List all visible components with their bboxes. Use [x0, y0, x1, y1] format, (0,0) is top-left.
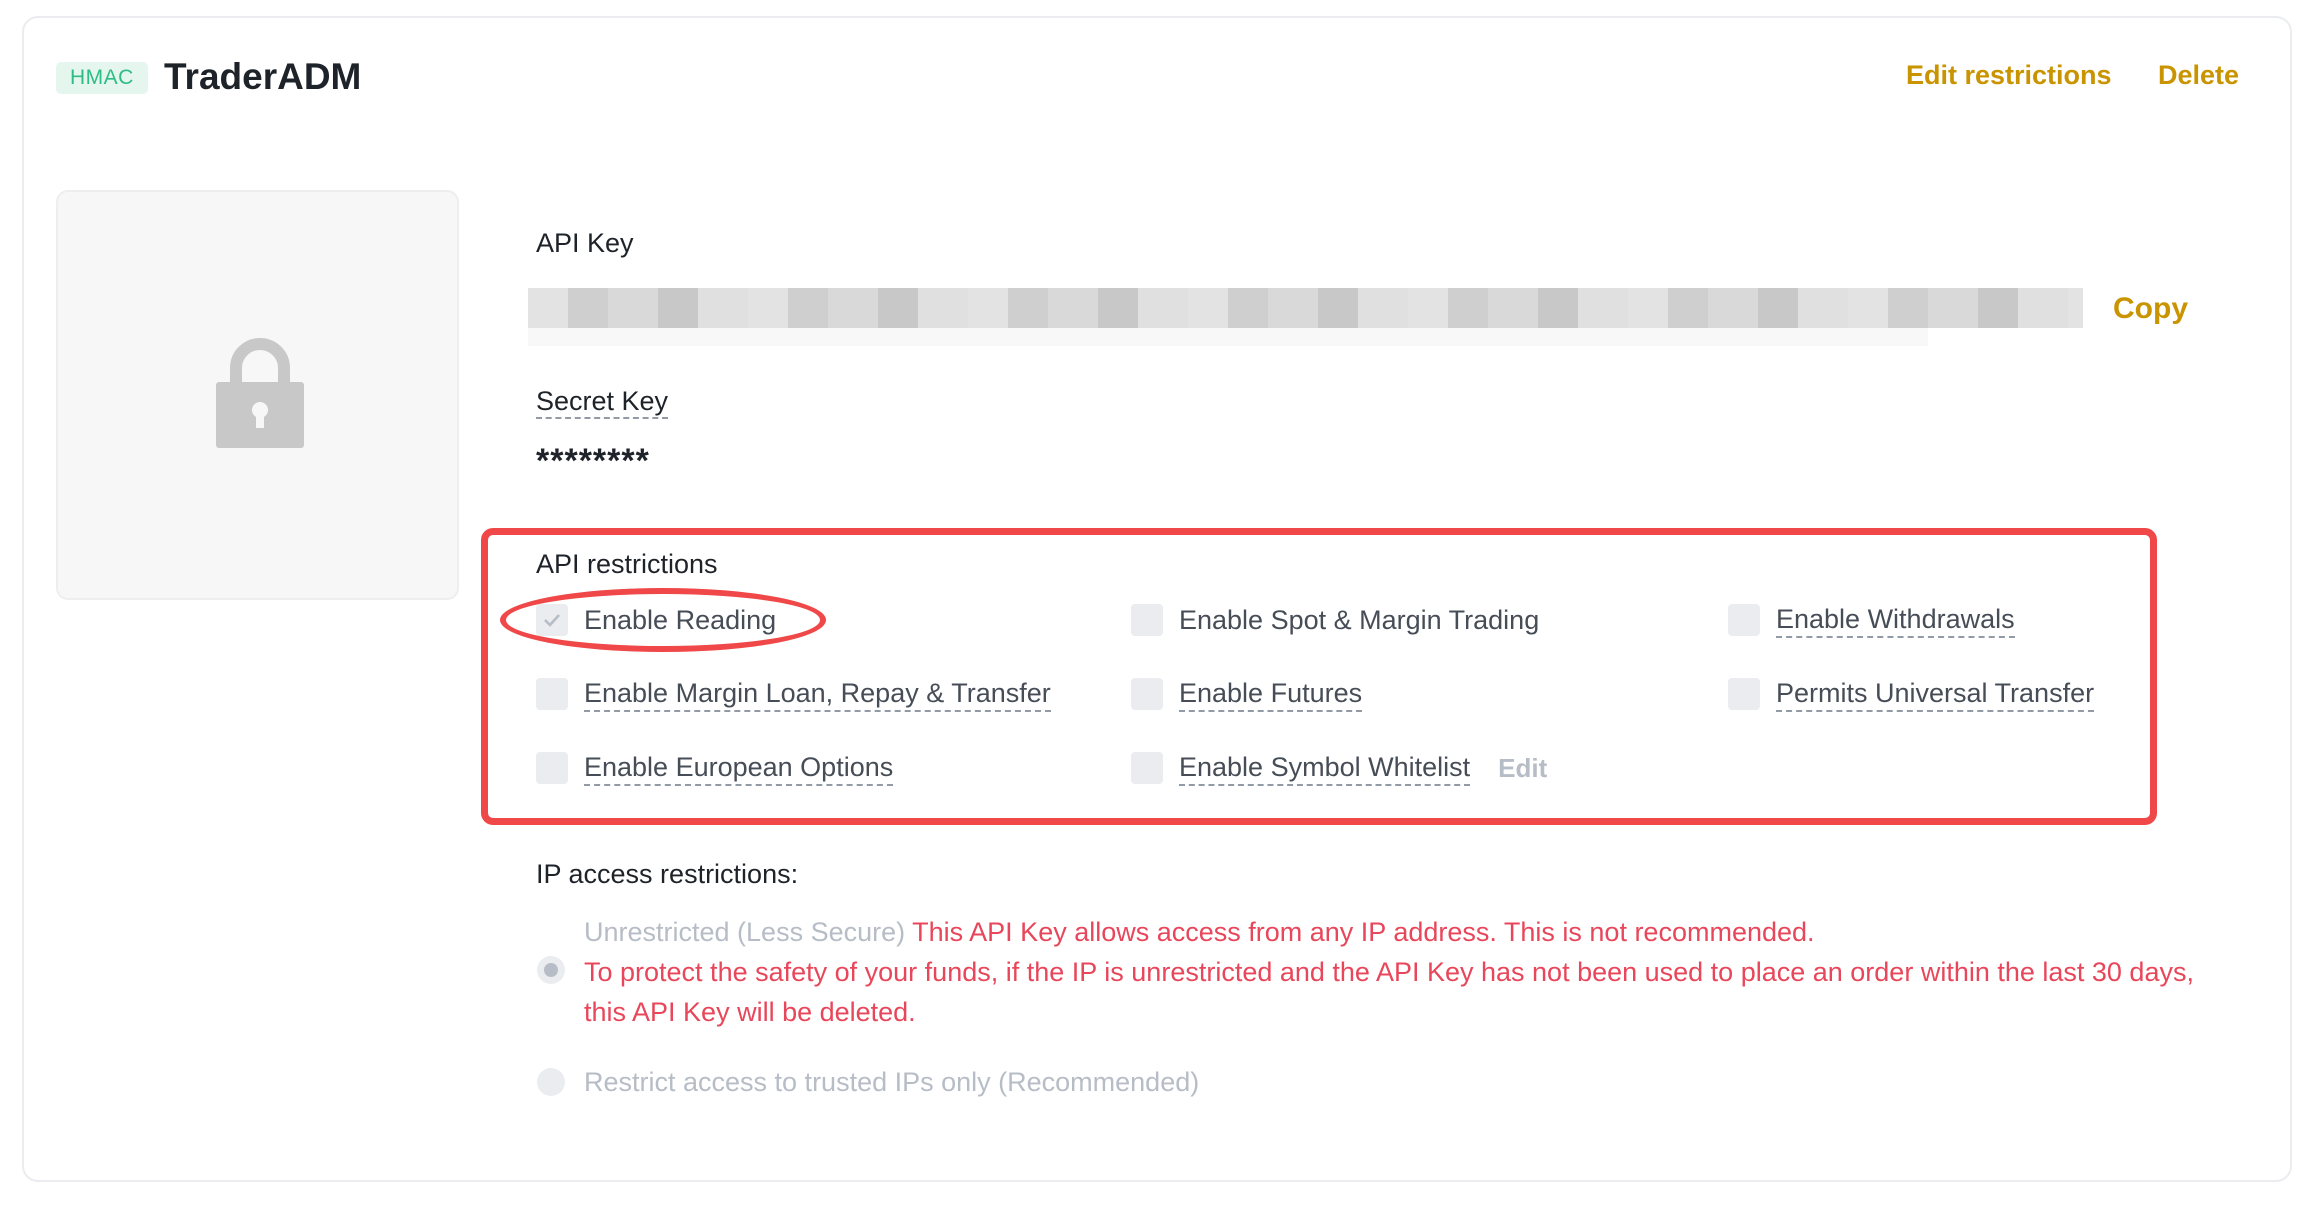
- option-label: Enable Spot & Margin Trading: [1179, 605, 1540, 635]
- copy-api-key-button[interactable]: Copy: [2113, 292, 2188, 326]
- option-label: Enable Margin Loan, Repay & Transfer: [584, 676, 1051, 712]
- restricted-label: Restrict access to trusted IPs only (Rec…: [584, 1067, 1200, 1097]
- lock-icon: [214, 332, 306, 457]
- radio-unrestricted[interactable]: [537, 956, 565, 984]
- option-enable-futures[interactable]: Enable Futures: [1131, 674, 1363, 714]
- checkbox[interactable]: [536, 678, 568, 710]
- deletion-warning: To protect the safety of your funds, if …: [584, 957, 2194, 1027]
- secret-key-label[interactable]: Secret Key: [536, 385, 669, 419]
- option-enable-symbol-whitelist[interactable]: Enable Symbol Whitelist Edit: [1131, 748, 1547, 788]
- delete-button[interactable]: Delete: [2158, 60, 2239, 91]
- option-enable-margin-loan[interactable]: Enable Margin Loan, Repay & Transfer: [536, 674, 1051, 714]
- edit-whitelist-button[interactable]: Edit: [1498, 753, 1547, 784]
- ip-restrictions-title: IP access restrictions:: [536, 859, 799, 889]
- unrestricted-label: Unrestricted (Less Secure): [584, 917, 906, 947]
- hmac-badge: HMAC: [56, 62, 148, 94]
- edit-restrictions-button[interactable]: Edit restrictions: [1906, 60, 2112, 91]
- option-label: Permits Universal Transfer: [1776, 676, 2095, 712]
- checkbox[interactable]: [1728, 604, 1760, 636]
- secret-key-value: ********: [536, 442, 650, 480]
- option-label: Enable Symbol Whitelist: [1179, 750, 1471, 786]
- option-label: Enable Futures: [1179, 676, 1363, 712]
- checkbox[interactable]: [1131, 678, 1163, 710]
- checkbox[interactable]: [1131, 604, 1163, 636]
- radio-selected-dot: [544, 963, 558, 977]
- option-enable-european-options[interactable]: Enable European Options: [536, 748, 894, 788]
- unrestricted-option-text: Unrestricted (Less Secure) This API Key …: [584, 912, 2224, 1032]
- api-restrictions-title: API restrictions: [536, 549, 718, 579]
- radio-restricted[interactable]: [537, 1068, 565, 1096]
- option-enable-spot-margin-trading[interactable]: Enable Spot & Margin Trading: [1131, 600, 1539, 640]
- redaction-artifact: [528, 328, 1928, 346]
- unrestricted-warning: This API Key allows access from any IP a…: [912, 917, 1815, 947]
- checkbox[interactable]: [1728, 678, 1760, 710]
- api-key-value-redacted: [528, 288, 2083, 328]
- checkbox[interactable]: [1131, 752, 1163, 784]
- option-label: Enable European Options: [584, 750, 894, 786]
- option-enable-withdrawals[interactable]: Enable Withdrawals: [1728, 600, 2015, 640]
- api-key-name: TraderADM: [164, 56, 362, 97]
- annotation-circle: [500, 588, 826, 652]
- checkbox[interactable]: [536, 752, 568, 784]
- api-key-label: API Key: [536, 228, 634, 258]
- option-label: Enable Withdrawals: [1776, 602, 2015, 638]
- option-permits-universal-transfer[interactable]: Permits Universal Transfer: [1728, 674, 2095, 714]
